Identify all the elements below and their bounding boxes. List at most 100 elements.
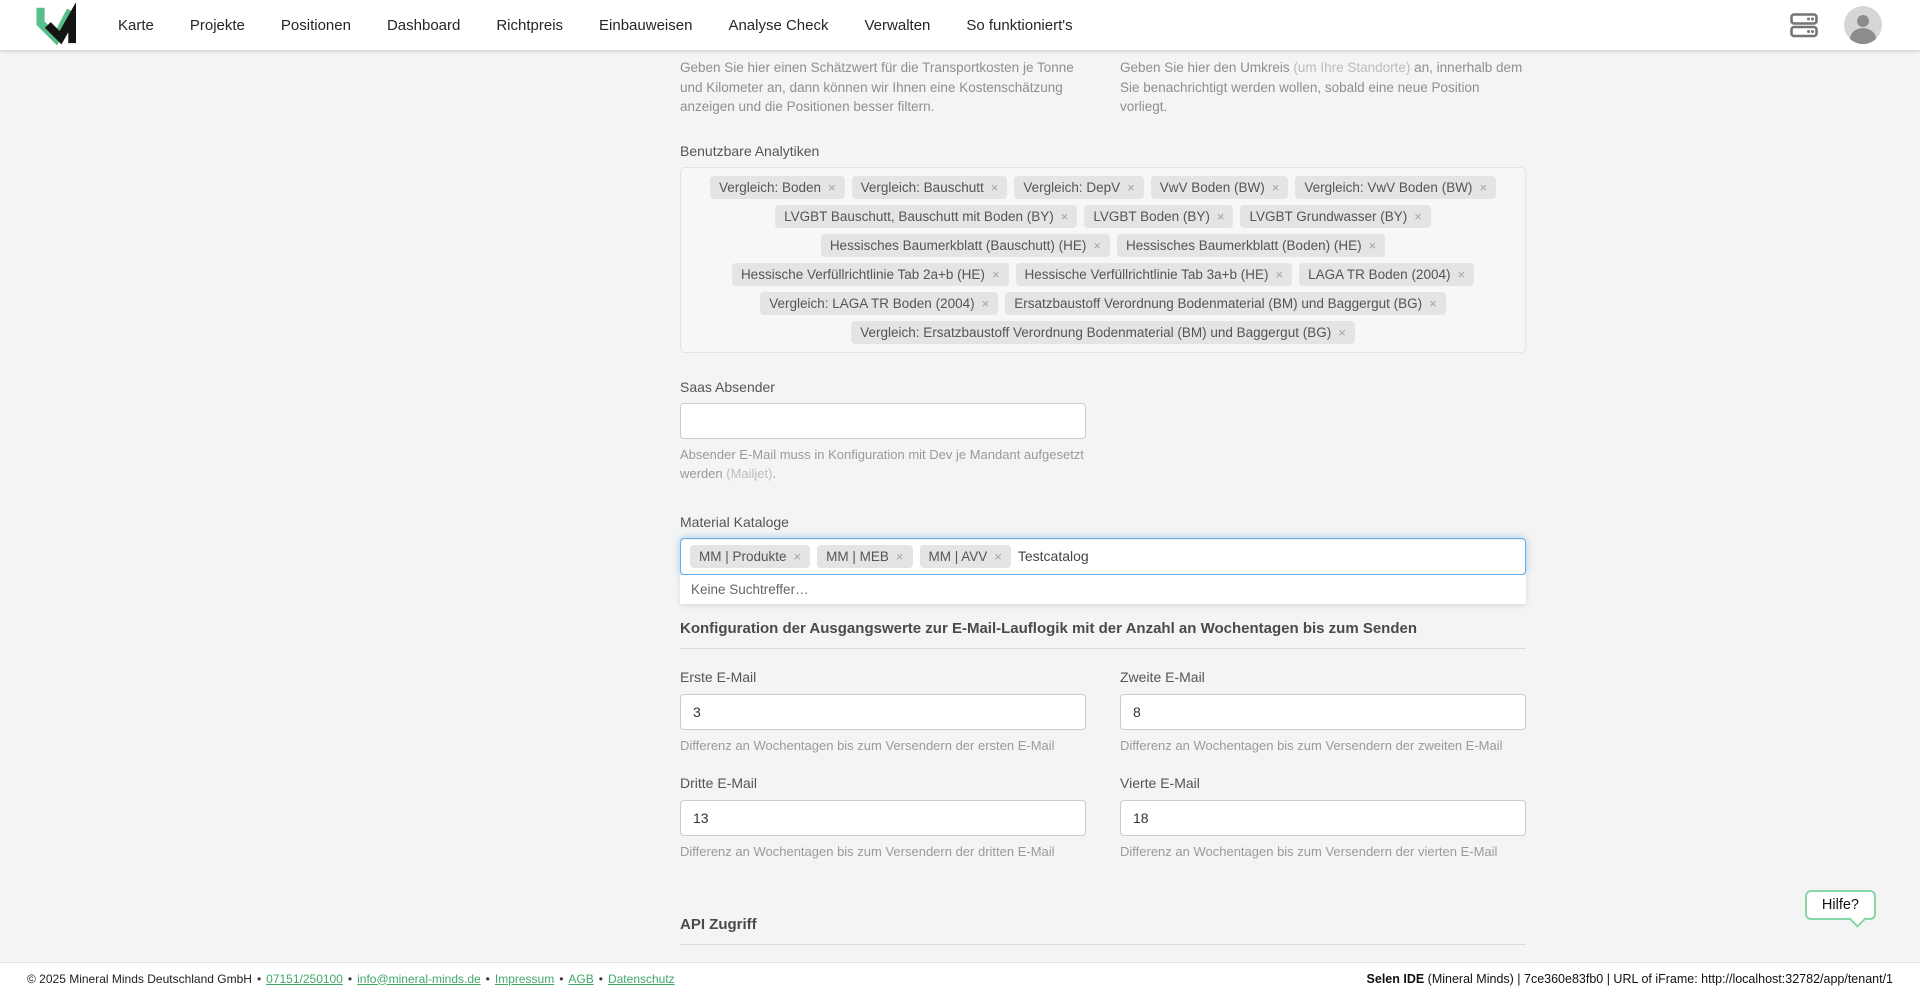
remove-icon[interactable]: × [1369,239,1377,252]
email-field: Erste E-Mail Differenz an Wochentagen bi… [680,669,1086,756]
help-button[interactable]: Hilfe? [1805,890,1876,920]
separator-dot: • [599,972,603,986]
tag-label: MM | MEB [826,549,889,564]
remove-icon[interactable]: × [896,550,904,563]
remove-icon[interactable]: × [1457,268,1465,281]
tag-label: LAGA TR Boden (2004) [1308,267,1450,282]
nav-item[interactable]: Projekte [190,17,245,34]
analytic-tag: LVGBT Grundwasser (BY) × [1240,205,1430,228]
analytic-tag: Ersatzbaustoff Verordnung Bodenmaterial … [1005,292,1446,315]
transport-hint: Geben Sie hier einen Schätzwert für die … [680,58,1086,117]
analytic-tag: LVGBT Bauschutt, Bauschutt mit Boden (BY… [775,205,1077,228]
top-navigation-bar: Karte Projekte Positionen Dashboard Richtpre… [0,0,1920,50]
analytic-tag: Vergleich: Bauschutt × [852,176,1008,199]
material-catalogs-input[interactable]: MM | Produkte × MM | MEB × MM | AVV × Te… [680,538,1526,575]
user-avatar-icon[interactable] [1844,6,1882,44]
remove-icon[interactable]: × [1429,297,1437,310]
email-field-helper: Differenz an Wochentagen bis zum Versend… [1120,842,1526,862]
nav-item[interactable]: Positionen [281,17,351,34]
email-field: Dritte E-Mail Differenz an Wochentagen b… [680,775,1086,862]
mineral-minds-logo[interactable] [36,3,76,47]
remove-icon[interactable]: × [991,181,999,194]
tag-label: Vergleich: VwV Boden (BW) [1304,180,1472,195]
email-field: Vierte E-Mail Differenz an Wochentagen b… [1120,775,1526,862]
email-field-helper: Differenz an Wochentagen bis zum Versend… [680,842,1086,862]
analytic-tag: LVGBT Boden (BY) × [1084,205,1233,228]
email-field-helper: Differenz an Wochentagen bis zum Versend… [680,736,1086,756]
separator-dot: • [559,972,563,986]
api-section-title: API Zugriff [680,916,1526,933]
tag-label: MM | Produkte [699,549,787,564]
email-days-input[interactable] [680,800,1086,836]
remove-icon[interactable]: × [1276,268,1284,281]
separator-dot: • [257,972,261,986]
tag-label: Hessisches Baumerkblatt (Boden) (HE) [1126,238,1362,253]
remove-icon[interactable]: × [1127,181,1135,194]
remove-icon[interactable]: × [1061,210,1069,223]
umkreis-hint: Geben Sie hier den Umkreis (um Ihre Stan… [1120,58,1526,117]
remove-icon[interactable]: × [1093,239,1101,252]
nav-item[interactable]: Richtpreis [496,17,563,34]
remove-icon[interactable]: × [1414,210,1422,223]
email-days-input[interactable] [1120,694,1526,730]
email-days-input[interactable] [680,694,1086,730]
remove-icon[interactable]: × [1479,181,1487,194]
footer-link[interactable]: Datenschutz [608,972,675,986]
ide-status-text: Selen IDE (Mineral Minds) | 7ce360e83fb0… [1367,972,1893,986]
tag-label: LVGBT Boden (BY) [1093,209,1210,224]
footer-link[interactable]: Impressum [495,972,554,986]
nav-item[interactable]: So funktioniert's [966,17,1072,34]
section-hints: Geben Sie hier einen Schätzwert für die … [680,58,1526,117]
saas-sender-input[interactable] [680,403,1086,439]
email-field-label: Erste E-Mail [680,669,1086,685]
nav-item[interactable]: Dashboard [387,17,460,34]
tag-label: Vergleich: Boden [719,180,821,195]
footer-link[interactable]: 07151/250100 [266,972,343,986]
analytic-tag: Hessische Verfüllrichtlinie Tab 2a+b (HE… [732,263,1009,286]
email-field: Zweite E-Mail Differenz an Wochentagen b… [1120,669,1526,756]
catalog-dropdown: Keine Suchtreffer… [680,575,1526,604]
separator-dot: • [348,972,352,986]
analytics-tag-box[interactable]: Vergleich: Boden × Vergleich: Bauschutt … [680,167,1526,353]
email-fields: Erste E-Mail Differenz an Wochentagen bi… [680,669,1526,862]
saas-label: Saas Absender [680,379,1526,395]
nav-item[interactable]: Verwalten [865,17,931,34]
separator-dot: • [486,972,490,986]
tag-label: VwV Boden (BW) [1160,180,1265,195]
email-field-label: Vierte E-Mail [1120,775,1526,791]
email-days-input[interactable] [1120,800,1526,836]
tag-label: Vergleich: LAGA TR Boden (2004) [769,296,974,311]
remove-icon[interactable]: × [1217,210,1225,223]
remove-icon[interactable]: × [1338,326,1346,339]
analytic-tag: Vergleich: Ersatzbaustoff Verordnung Bod… [851,321,1355,344]
remove-icon[interactable]: × [794,550,802,563]
tag-label: MM | AVV [929,549,988,564]
analytics-label: Benutzbare Analytiken [680,143,1526,159]
saas-helper: Absender E-Mail muss in Konfiguration mi… [680,445,1086,484]
remove-icon[interactable]: × [994,550,1002,563]
footer: © 2025 Mineral Minds Deutschland GmbH • … [0,962,1920,994]
catalog-search-text[interactable]: Testcatalog [1018,548,1089,564]
divider [680,944,1526,945]
analytic-tag: Vergleich: VwV Boden (BW) × [1295,176,1496,199]
remove-icon[interactable]: × [828,181,836,194]
settings-form: Geben Sie hier einen Schätzwert für die … [680,50,1526,994]
remove-icon[interactable]: × [992,268,1000,281]
analytic-tag: Hessisches Baumerkblatt (Boden) (HE) × [1117,234,1385,257]
footer-link[interactable]: info@mineral-minds.de [357,972,481,986]
remove-icon[interactable]: × [982,297,990,310]
analytic-tag: Vergleich: LAGA TR Boden (2004) × [760,292,998,315]
nav-item[interactable]: Analyse Check [728,17,828,34]
tag-label: Hessische Verfüllrichtlinie Tab 2a+b (HE… [741,267,985,282]
remove-icon[interactable]: × [1272,181,1280,194]
tag-label: Ersatzbaustoff Verordnung Bodenmaterial … [1014,296,1422,311]
nav-item[interactable]: Einbauweisen [599,17,692,34]
footer-legal: © 2025 Mineral Minds Deutschland GmbH • … [27,972,675,986]
email-field-label: Zweite E-Mail [1120,669,1526,685]
no-results-message: Keine Suchtreffer… [691,582,809,597]
server-icon[interactable] [1790,13,1818,38]
email-field-helper: Differenz an Wochentagen bis zum Versend… [1120,736,1526,756]
footer-link[interactable]: AGB [568,972,593,986]
nav-item[interactable]: Karte [118,17,154,34]
divider [680,648,1526,649]
